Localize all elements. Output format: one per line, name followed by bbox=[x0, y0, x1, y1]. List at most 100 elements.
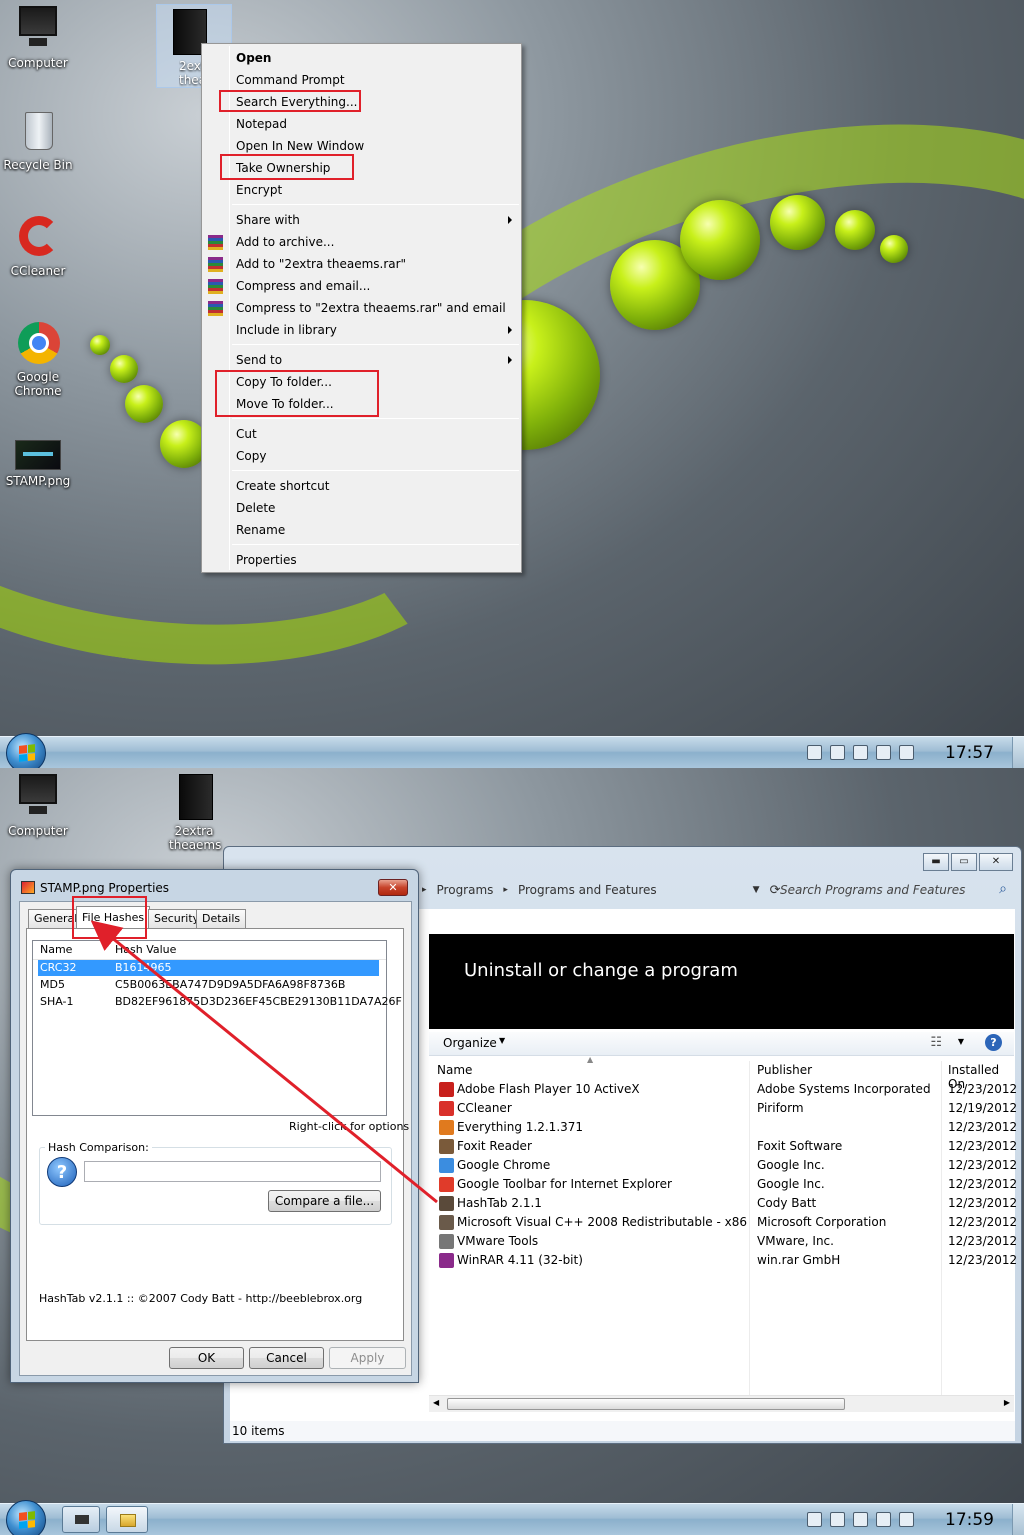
compare-file-button[interactable]: Compare a file... bbox=[268, 1190, 381, 1212]
clock[interactable]: 17:59 bbox=[945, 1510, 994, 1530]
menu-item-properties[interactable]: Properties bbox=[236, 549, 297, 571]
hash-row[interactable]: MD5 C5B0063EBA747D9D9A5DFA6A98F8736B bbox=[38, 977, 379, 993]
menu-item-add-to-rar[interactable]: Add to "2extra theaems.rar" bbox=[236, 253, 406, 275]
taskbar-button-explorer[interactable] bbox=[106, 1506, 148, 1533]
refresh-icon[interactable]: ⟳ bbox=[770, 883, 781, 898]
program-publisher: Microsoft Corporation bbox=[757, 1215, 887, 1229]
network-tray-icon[interactable] bbox=[876, 1512, 891, 1527]
breadcrumb-item-programs-features[interactable]: Programs and Features bbox=[518, 883, 657, 897]
program-icon bbox=[439, 1082, 454, 1097]
column-header-name[interactable]: Name bbox=[437, 1063, 472, 1077]
vmware-tray-icon[interactable] bbox=[807, 1512, 822, 1527]
apply-button[interactable]: Apply bbox=[329, 1347, 406, 1369]
menu-item-compress-to-rar-email[interactable]: Compress to "2extra theaems.rar" and ema… bbox=[236, 297, 506, 319]
toolbar: Organize ▼ ☷ ▼ ? bbox=[429, 1032, 1014, 1056]
window-icon bbox=[75, 1515, 89, 1524]
program-installed-date: 12/23/2012 bbox=[948, 1234, 1018, 1248]
context-menu: Open Command Prompt Search Everything...… bbox=[201, 43, 522, 573]
menu-item-rename[interactable]: Rename bbox=[236, 519, 285, 541]
help-icon[interactable]: ? bbox=[985, 1034, 1002, 1051]
menu-item-cut[interactable]: Cut bbox=[236, 423, 257, 445]
show-desktop-button[interactable] bbox=[1012, 737, 1024, 768]
menu-item-compress-and-email[interactable]: Compress and email... bbox=[236, 275, 370, 297]
program-row[interactable]: CCleaner Piriform 12/19/2012 bbox=[429, 1099, 1017, 1118]
scroll-left-icon[interactable]: ◀ bbox=[433, 1398, 439, 1407]
menu-item-encrypt[interactable]: Encrypt bbox=[236, 179, 282, 201]
scrollbar-thumb[interactable] bbox=[447, 1398, 845, 1410]
program-row[interactable]: Foxit Reader Foxit Software 12/23/2012 bbox=[429, 1137, 1017, 1156]
shield-tray-icon[interactable] bbox=[853, 1512, 868, 1527]
menu-item-copy[interactable]: Copy bbox=[236, 445, 266, 467]
winrar-icon bbox=[208, 301, 223, 316]
start-button[interactable] bbox=[6, 733, 46, 768]
program-row[interactable]: VMware Tools VMware, Inc. 12/23/2012 bbox=[429, 1232, 1018, 1251]
program-row[interactable]: Microsoft Visual C++ 2008 Redistributabl… bbox=[429, 1213, 1017, 1232]
menu-item-notepad[interactable]: Notepad bbox=[236, 113, 287, 135]
program-publisher: win.rar GmbH bbox=[757, 1253, 841, 1267]
minimize-button[interactable]: ▬ bbox=[923, 853, 949, 871]
folder-icon bbox=[120, 1514, 136, 1527]
horizontal-scrollbar[interactable]: ◀ ▶ bbox=[429, 1395, 1014, 1412]
window-controls: ▬ ▭ ✕ bbox=[921, 853, 1013, 871]
document-tray-icon[interactable] bbox=[830, 745, 845, 760]
program-row[interactable]: Google Chrome Google Inc. 12/23/2012 bbox=[429, 1156, 1017, 1175]
program-row[interactable]: HashTab 2.1.1 Cody Batt 12/23/2012 bbox=[429, 1194, 1017, 1213]
cancel-button[interactable]: Cancel bbox=[249, 1347, 324, 1369]
maximize-button[interactable]: ▭ bbox=[951, 853, 977, 871]
clock[interactable]: 17:57 bbox=[945, 743, 994, 763]
chevron-down-icon[interactable]: ▼ bbox=[958, 1037, 964, 1046]
ok-button[interactable]: OK bbox=[169, 1347, 244, 1369]
menu-item-command-prompt[interactable]: Command Prompt bbox=[236, 69, 345, 91]
program-list-header: Name ▲ Publisher Installed On bbox=[429, 1055, 1014, 1396]
hash-row[interactable]: SHA-1 BD82EF961875D3D236EF45CBE29130B11D… bbox=[38, 994, 402, 1010]
search-icon[interactable]: ⌕ bbox=[999, 881, 1007, 897]
menu-item-add-to-archive[interactable]: Add to archive... bbox=[236, 231, 334, 253]
hash-row[interactable]: CRC32 B1614965 bbox=[38, 960, 379, 976]
menu-item-open[interactable]: Open bbox=[236, 47, 271, 69]
menu-item-include-in-library[interactable]: Include in library bbox=[236, 319, 337, 341]
program-icon bbox=[439, 1253, 454, 1268]
search-input[interactable]: Search Programs and Features bbox=[780, 883, 965, 897]
chevron-down-icon[interactable]: ▼ bbox=[753, 885, 760, 895]
menu-item-share-with[interactable]: Share with bbox=[236, 209, 300, 231]
close-button[interactable]: ✕ bbox=[979, 853, 1013, 871]
desktop-icon-computer[interactable]: Computer bbox=[0, 6, 76, 70]
organize-button[interactable]: Organize bbox=[443, 1036, 497, 1050]
column-header-hash-value[interactable]: Hash Value bbox=[115, 941, 176, 959]
program-row[interactable]: Adobe Flash Player 10 ActiveX Adobe Syste… bbox=[429, 1080, 1017, 1099]
program-row[interactable]: Everything 1.2.1.371 12/23/2012 bbox=[429, 1118, 1017, 1137]
view-options-icon[interactable]: ☷ bbox=[930, 1035, 942, 1050]
menu-item-create-shortcut[interactable]: Create shortcut bbox=[236, 475, 329, 497]
document-tray-icon[interactable] bbox=[830, 1512, 845, 1527]
program-row[interactable]: WinRAR 4.11 (32-bit) win.rar GmbH 12/23/20… bbox=[429, 1251, 1017, 1270]
show-desktop-button[interactable] bbox=[1012, 1504, 1024, 1535]
desktop-icon-folder[interactable]: 2extra theaems bbox=[156, 774, 232, 852]
status-bar: 10 items bbox=[230, 1421, 1015, 1441]
menu-item-delete[interactable]: Delete bbox=[236, 497, 275, 519]
desktop-icon-recycle-bin[interactable]: Recycle Bin bbox=[0, 108, 76, 172]
taskbar: 17:59 bbox=[0, 1500, 1024, 1535]
vmware-tray-icon[interactable] bbox=[807, 745, 822, 760]
desktop-icon-label: Computer bbox=[8, 56, 68, 70]
tab-details[interactable]: Details bbox=[196, 909, 247, 928]
breadcrumb-item-programs[interactable]: Programs bbox=[437, 883, 494, 897]
shield-tray-icon[interactable] bbox=[853, 745, 868, 760]
column-header-name[interactable]: Name bbox=[40, 941, 72, 959]
menu-item-send-to[interactable]: Send to bbox=[236, 349, 282, 371]
program-row[interactable]: Google Toolbar for Internet Explorer Goog… bbox=[429, 1175, 1017, 1194]
column-header-publisher[interactable]: Publisher bbox=[757, 1063, 812, 1077]
desktop-icon-ccleaner[interactable]: CCleaner bbox=[0, 214, 76, 278]
desktop-icon-computer[interactable]: Computer bbox=[0, 774, 76, 838]
sort-arrow-icon: ▲ bbox=[587, 1055, 594, 1064]
close-button[interactable]: ✕ bbox=[378, 879, 408, 896]
desktop-icon-stamp-png[interactable]: STAMP.png bbox=[0, 438, 76, 488]
network-tray-icon[interactable] bbox=[876, 745, 891, 760]
hash-comparison-input[interactable] bbox=[84, 1161, 381, 1182]
start-button[interactable] bbox=[6, 1500, 46, 1535]
volume-tray-icon[interactable] bbox=[899, 745, 914, 760]
hash-list[interactable]: Name Hash Value CRC32 B1614965 MD5 C5B00… bbox=[32, 940, 402, 1116]
desktop-icon-google-chrome[interactable]: Google Chrome bbox=[0, 320, 76, 398]
volume-tray-icon[interactable] bbox=[899, 1512, 914, 1527]
scroll-right-icon[interactable]: ▶ bbox=[1004, 1398, 1010, 1407]
taskbar-button-window[interactable] bbox=[62, 1506, 100, 1533]
